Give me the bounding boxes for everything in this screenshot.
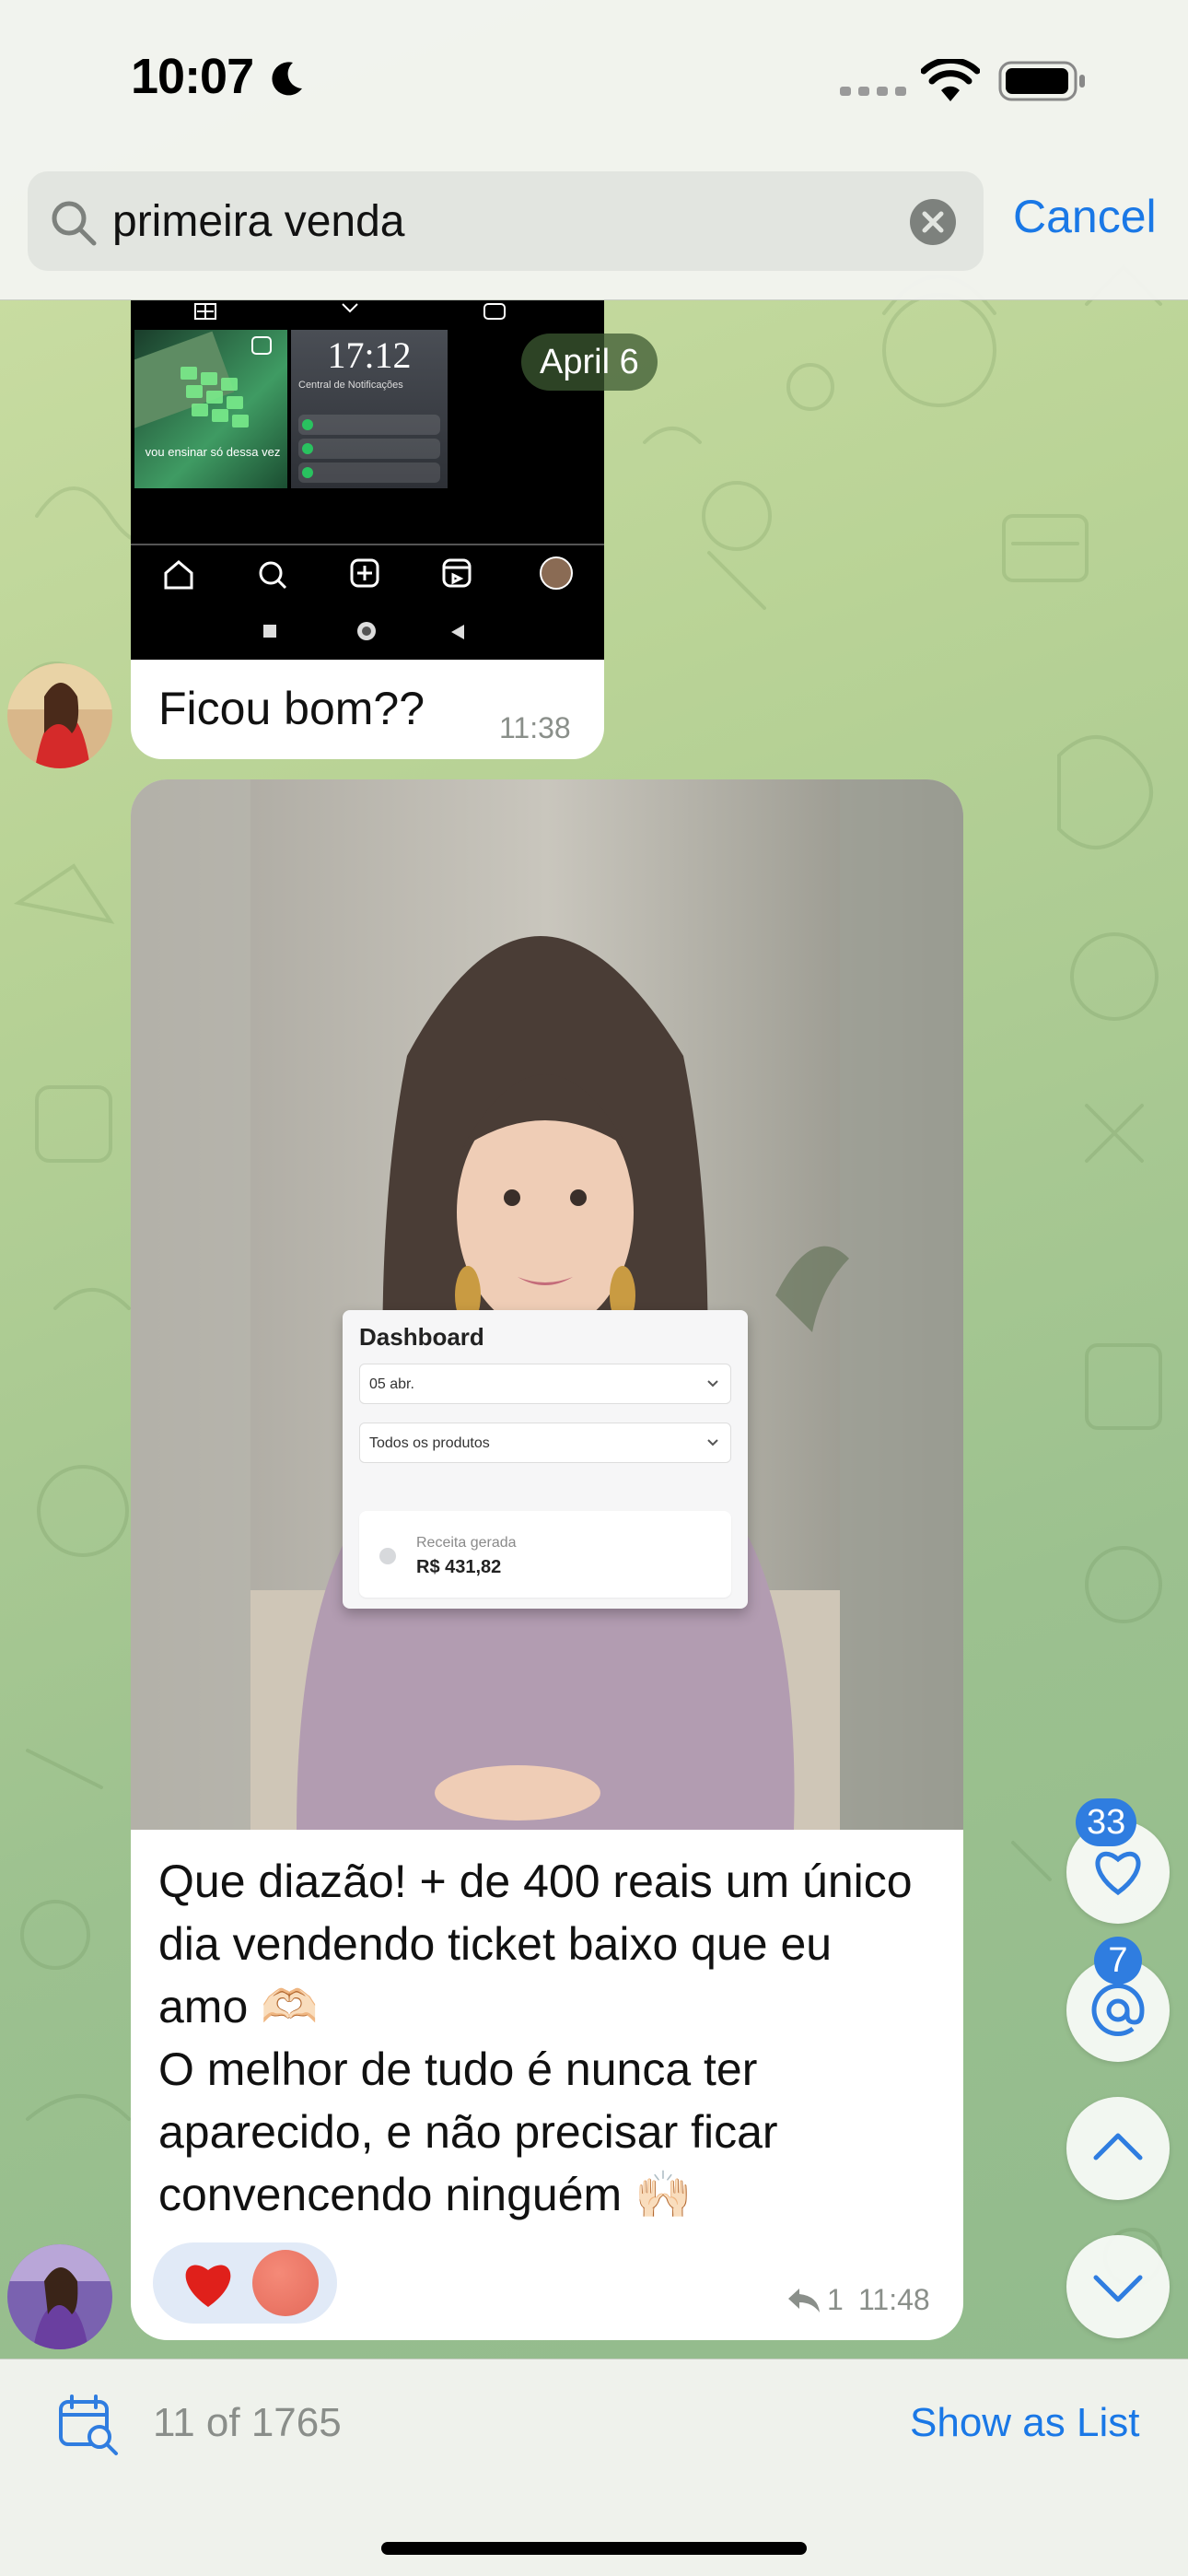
photo-media[interactable]: Dashboard 05 abr. Todos os produtos Rece… bbox=[131, 779, 963, 1830]
message-text: Que diazão! + de 400 reais um único dia … bbox=[158, 1856, 913, 2220]
search-icon bbox=[52, 201, 97, 246]
date-separator: April 6 bbox=[521, 334, 658, 391]
date-filter-select: 05 abr. bbox=[359, 1364, 731, 1404]
search-results-bar: 11 of 1765 Show as List bbox=[0, 2359, 1188, 2576]
notification-center-label: Central de Notificações bbox=[298, 380, 403, 391]
moon-icon bbox=[272, 62, 302, 96]
result-counter: 11 of 1765 bbox=[153, 2400, 342, 2445]
calendar-search-icon[interactable] bbox=[57, 2393, 122, 2457]
chevron-down-icon bbox=[707, 1380, 718, 1388]
reel-thumbnail: vou ensinar só dessa vez bbox=[134, 330, 287, 488]
search-icon bbox=[259, 561, 283, 585]
wifi-icon bbox=[921, 59, 980, 101]
cancel-button[interactable]: Cancel bbox=[1013, 190, 1157, 243]
sender-avatar[interactable] bbox=[7, 663, 112, 768]
red-heart-icon[interactable] bbox=[181, 2259, 236, 2309]
reply-arrow-icon bbox=[788, 2289, 820, 2313]
home-indicator[interactable] bbox=[381, 2542, 807, 2555]
profile-tabs bbox=[194, 303, 506, 320]
date-filter-value: 05 abr. bbox=[369, 1376, 414, 1392]
product-filter-select: Todos os produtos bbox=[359, 1423, 731, 1463]
mentions-badge: 7 bbox=[1094, 1937, 1142, 1985]
search-input[interactable] bbox=[112, 184, 914, 258]
product-filter-value: Todos os produtos bbox=[369, 1435, 490, 1451]
revenue-value: R$ 431,82 bbox=[416, 1557, 502, 1577]
previous-result-button[interactable] bbox=[1066, 2097, 1170, 2200]
reel-caption: vou ensinar só dessa vez bbox=[145, 445, 281, 459]
battery-icon bbox=[998, 61, 1085, 101]
dashboard-title: Dashboard bbox=[359, 1323, 484, 1351]
reply-count: 1 bbox=[827, 2283, 844, 2316]
coin-icon bbox=[379, 1548, 396, 1564]
cellular-dots-icon bbox=[840, 87, 906, 96]
avatar-woman-purple-field bbox=[7, 2244, 112, 2349]
message-text: Ficou bom?? bbox=[158, 683, 425, 734]
chevron-down-icon bbox=[707, 1439, 718, 1446]
avatar-woman-red-dress bbox=[7, 663, 112, 768]
at-icon bbox=[1091, 1984, 1145, 2036]
notification-row bbox=[298, 415, 440, 435]
sender-avatar[interactable] bbox=[7, 2244, 112, 2349]
reels-icon bbox=[442, 558, 472, 588]
reactions-badge: 33 bbox=[1076, 1798, 1137, 1846]
dashboard-card: Dashboard 05 abr. Todos os produtos Rece… bbox=[343, 1310, 748, 1609]
home-icon bbox=[164, 560, 193, 590]
search-field[interactable] bbox=[28, 171, 984, 271]
chevron-up-icon bbox=[1093, 2133, 1143, 2160]
revenue-card: Receita gerada R$ 431,82 bbox=[359, 1511, 731, 1598]
divider bbox=[131, 544, 604, 545]
message-time: 11:48 bbox=[858, 2283, 930, 2316]
show-as-list-button[interactable]: Show as List bbox=[910, 2400, 1139, 2446]
chevron-down-icon bbox=[1093, 2275, 1143, 2302]
notification-thumbnail: 17:12 Central de Notificações bbox=[291, 330, 448, 488]
cash-keyboard-image bbox=[134, 331, 272, 430]
status-time: 10:07 bbox=[131, 49, 254, 104]
whatsapp-dot-icon bbox=[302, 419, 313, 430]
reactions-bar[interactable] bbox=[153, 2242, 337, 2324]
message-time: 11:38 bbox=[499, 711, 571, 744]
whatsapp-dot-icon bbox=[302, 467, 313, 478]
heart-icon bbox=[1095, 1851, 1141, 1896]
lockscreen-clock: 17:12 bbox=[327, 334, 412, 376]
notification-row bbox=[298, 463, 440, 483]
status-bar: 10:07 bbox=[0, 0, 1188, 166]
profile-avatar-icon bbox=[540, 556, 573, 590]
search-header: Cancel bbox=[0, 166, 1188, 300]
message-bubble-photo[interactable]: Dashboard 05 abr. Todos os produtos Rece… bbox=[131, 779, 963, 2340]
instagram-bottom-nav bbox=[164, 556, 573, 640]
whatsapp-dot-icon bbox=[302, 443, 313, 454]
clear-icon[interactable] bbox=[910, 199, 956, 245]
woman-in-suit-photo bbox=[131, 779, 963, 1830]
next-result-button[interactable] bbox=[1066, 2235, 1170, 2338]
revenue-label: Receita gerada bbox=[416, 1535, 517, 1551]
notification-row bbox=[298, 439, 440, 459]
reaction-avatar[interactable] bbox=[252, 2250, 319, 2316]
